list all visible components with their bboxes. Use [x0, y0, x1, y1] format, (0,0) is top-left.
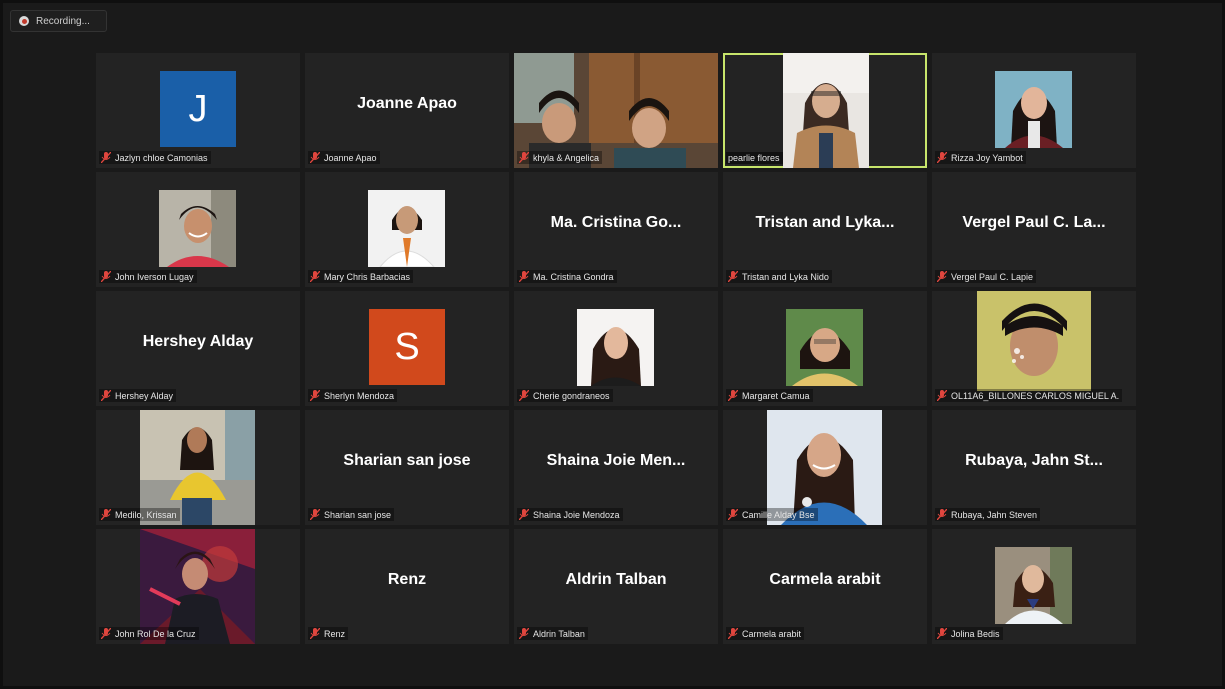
participant-tile[interactable]: S Sherlyn Mendoza [305, 291, 509, 406]
participant-name-label: Camille Alday Bse [726, 508, 818, 521]
participant-tile[interactable]: Jolina Bedis [932, 529, 1136, 644]
participant-name-label: Tristan and Lyka Nido [726, 270, 832, 283]
participant-display-name: Aldrin Talban [565, 571, 667, 588]
muted-mic-icon [519, 271, 529, 282]
participant-video [577, 309, 654, 386]
participant-tile[interactable]: Margaret Camua [723, 291, 927, 406]
muted-mic-icon [728, 271, 738, 282]
participant-tile[interactable]: Ma. Cristina Go... Ma. Cristina Gondra [514, 172, 718, 287]
participant-name-label: Mary Chris Barbacias [308, 270, 414, 283]
participant-display-name: Hershey Alday [142, 333, 254, 350]
participant-avatar: S [369, 309, 445, 385]
muted-mic-icon [310, 271, 320, 282]
recording-label: Recording... [36, 15, 90, 27]
muted-mic-icon [937, 271, 947, 282]
muted-mic-icon [937, 390, 947, 401]
participant-display-name: Carmela arabit [769, 571, 881, 588]
participant-tile[interactable]: Carmela arabit Carmela arabit [723, 529, 927, 644]
muted-mic-icon [728, 628, 738, 639]
participant-name-label: Shaina Joie Mendoza [517, 508, 623, 521]
participant-tile[interactable]: Cherie gondraneos [514, 291, 718, 406]
muted-mic-icon [937, 152, 947, 163]
participant-name-label: Rubaya, Jahn Steven [935, 508, 1041, 521]
participant-video [368, 190, 445, 267]
participant-name-label: pearlie flores [726, 152, 783, 164]
participant-display-name: Renz [387, 571, 427, 588]
muted-mic-icon [101, 628, 111, 639]
participant-avatar: J [160, 71, 236, 147]
participant-name-label: Joanne Apao [308, 151, 380, 164]
participant-display-name: Ma. Cristina Go... [550, 214, 682, 231]
participant-tile[interactable]: Medilo, Krissan [96, 410, 300, 525]
participant-name-label: Sharian san jose [308, 508, 395, 521]
participant-tile[interactable]: Sharian san jose Sharian san jose [305, 410, 509, 525]
muted-mic-icon [101, 152, 111, 163]
muted-mic-icon [519, 152, 529, 163]
participant-tile[interactable]: Shaina Joie Men... Shaina Joie Mendoza [514, 410, 718, 525]
muted-mic-icon [310, 628, 320, 639]
participant-video [786, 309, 863, 386]
participant-tile[interactable]: Mary Chris Barbacias [305, 172, 509, 287]
participant-name-label: Rizza Joy Yambot [935, 151, 1026, 164]
participant-display-name: Shaina Joie Men... [546, 452, 686, 469]
muted-mic-icon [728, 509, 738, 520]
participant-tile[interactable]: Renz Renz [305, 529, 509, 644]
participant-tile[interactable]: Camille Alday Bse [723, 410, 927, 525]
participant-video [977, 291, 1091, 391]
participant-name-label: Margaret Camua [726, 389, 813, 402]
participant-name-label: Carmela arabit [726, 627, 805, 640]
participant-tile[interactable]: Tristan and Lyka... Tristan and Lyka Nid… [723, 172, 927, 287]
participant-name-label: John Iverson Lugay [99, 270, 197, 283]
muted-mic-icon [310, 390, 320, 401]
participant-video [995, 547, 1072, 624]
participant-display-name: Joanne Apao [357, 95, 457, 112]
participant-video [783, 53, 869, 168]
participant-name-label: Hershey Alday [99, 389, 177, 402]
participant-name-label: khyla & Angelica [517, 151, 603, 164]
participant-tile[interactable]: khyla & Angelica [514, 53, 718, 168]
participant-name-label: Renz [308, 627, 349, 640]
participant-tile[interactable]: Rizza Joy Yambot [932, 53, 1136, 168]
gallery-view: J Jazlyn chloe Camonias Joanne Apao Joan… [96, 53, 1136, 644]
participant-display-name: Rubaya, Jahn St... [965, 452, 1103, 469]
participant-display-name: Sharian san jose [343, 452, 471, 469]
participant-name-label: Vergel Paul C. Lapie [935, 270, 1037, 283]
muted-mic-icon [937, 628, 947, 639]
participant-tile[interactable]: Aldrin Talban Aldrin Talban [514, 529, 718, 644]
participant-tile[interactable]: Vergel Paul C. La... Vergel Paul C. Lapi… [932, 172, 1136, 287]
participant-video [995, 71, 1072, 148]
participant-tile[interactable]: J Jazlyn chloe Camonias [96, 53, 300, 168]
participant-tile[interactable]: Rubaya, Jahn St... Rubaya, Jahn Steven [932, 410, 1136, 525]
muted-mic-icon [101, 509, 111, 520]
participant-tile-active-speaker[interactable]: pearlie flores [723, 53, 927, 168]
participant-name-label: Medilo, Krissan [99, 508, 180, 521]
record-icon [19, 16, 29, 26]
participant-tile[interactable]: OL11A6_BILLONES CARLOS MIGUEL A. [932, 291, 1136, 406]
muted-mic-icon [310, 152, 320, 163]
participant-name-label: Jolina Bedis [935, 627, 1003, 640]
muted-mic-icon [519, 509, 529, 520]
muted-mic-icon [728, 390, 738, 401]
muted-mic-icon [937, 509, 947, 520]
muted-mic-icon [101, 390, 111, 401]
participant-display-name: Tristan and Lyka... [755, 214, 895, 231]
participant-tile[interactable]: John Iverson Lugay [96, 172, 300, 287]
muted-mic-icon [101, 271, 111, 282]
participant-display-name: Vergel Paul C. La... [962, 214, 1106, 231]
muted-mic-icon [519, 390, 529, 401]
participant-tile[interactable]: John Rol De la Cruz [96, 529, 300, 644]
participant-tile[interactable]: Joanne Apao Joanne Apao [305, 53, 509, 168]
participant-name-label: Sherlyn Mendoza [308, 389, 398, 402]
participant-name-label: Jazlyn chloe Camonias [99, 151, 211, 164]
participant-name-label: OL11A6_BILLONES CARLOS MIGUEL A. [935, 389, 1123, 402]
muted-mic-icon [519, 628, 529, 639]
participant-name-label: Cherie gondraneos [517, 389, 613, 402]
recording-indicator[interactable]: Recording... [10, 10, 107, 32]
participant-name-label: John Rol De la Cruz [99, 627, 199, 640]
muted-mic-icon [310, 509, 320, 520]
participant-tile[interactable]: Hershey Alday Hershey Alday [96, 291, 300, 406]
participant-name-label: Aldrin Talban [517, 627, 588, 640]
participant-video [159, 190, 236, 267]
participant-name-label: Ma. Cristina Gondra [517, 270, 617, 283]
